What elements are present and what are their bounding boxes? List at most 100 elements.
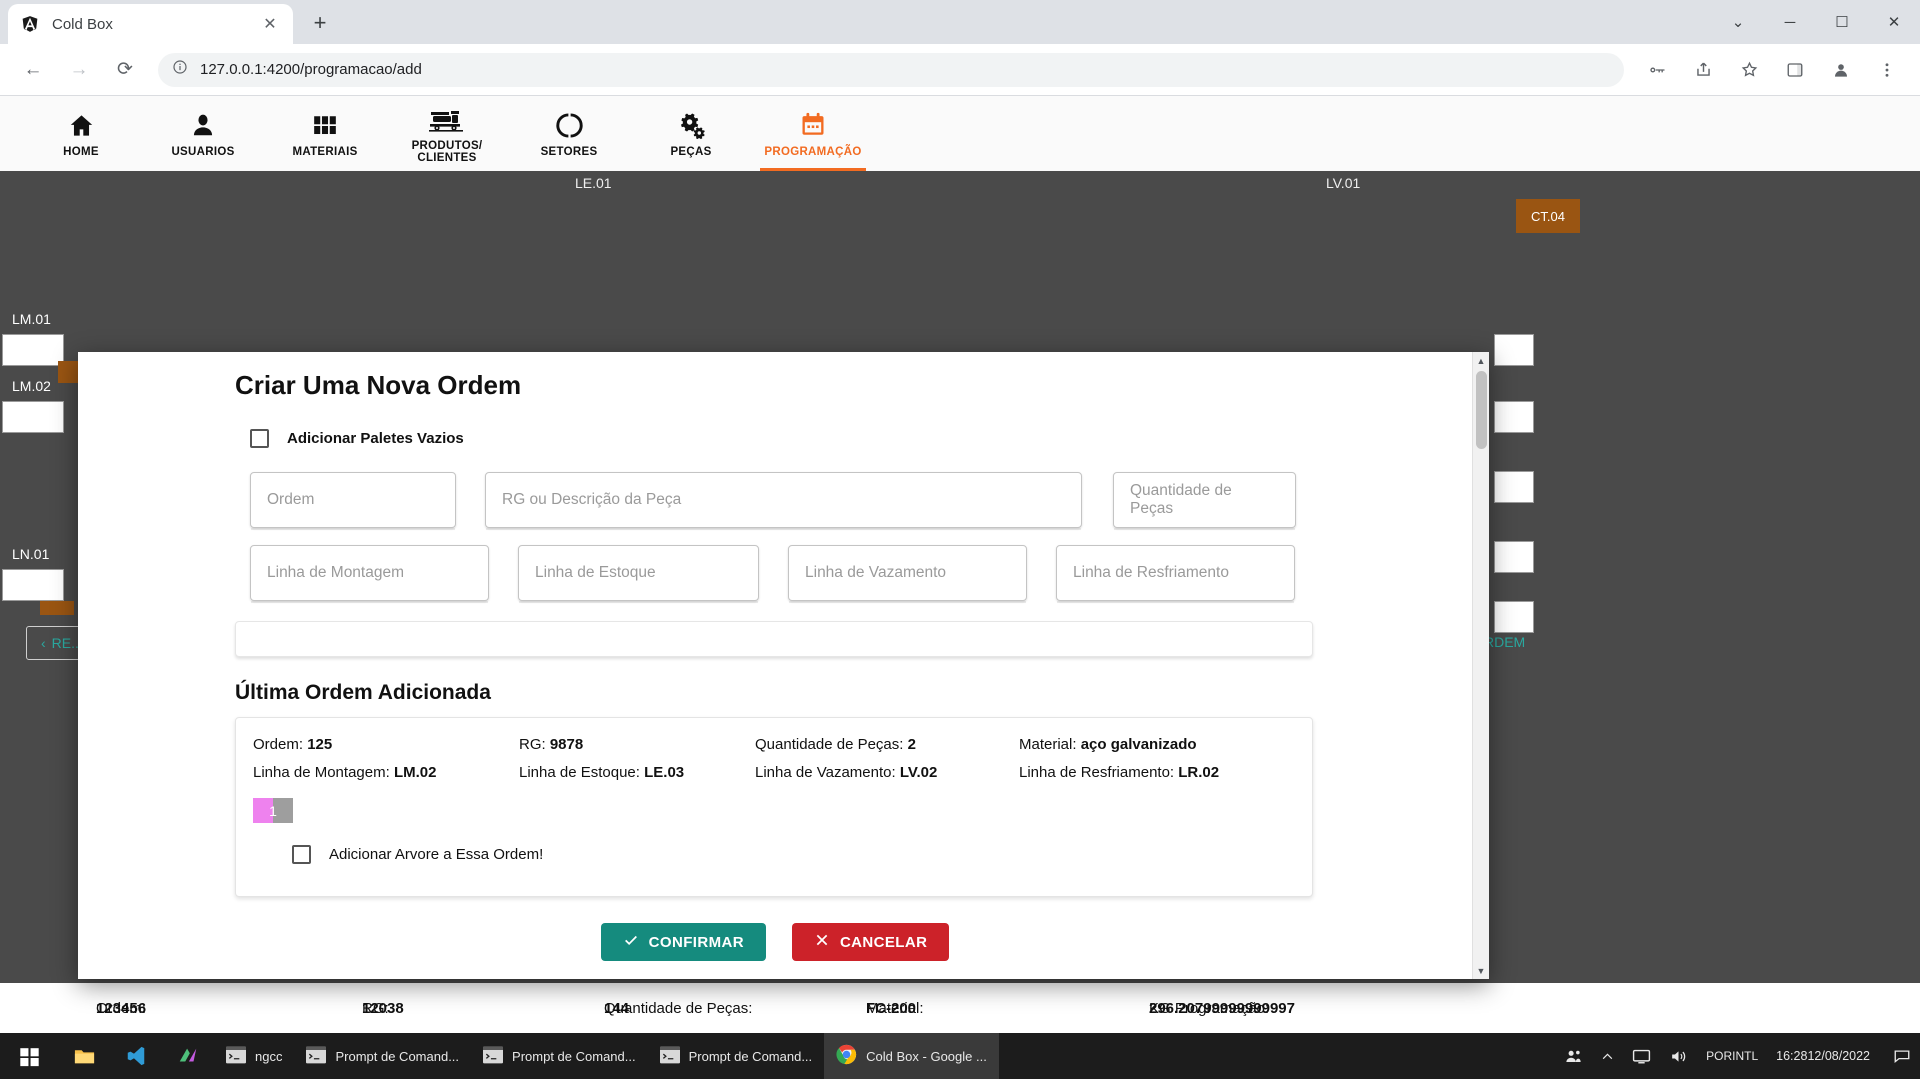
- board-cell[interactable]: [2, 569, 64, 601]
- info-circle-icon[interactable]: [172, 59, 188, 80]
- board-row-label: LM.01: [12, 311, 51, 327]
- folder-icon[interactable]: [58, 1033, 110, 1079]
- vscode-icon[interactable]: [110, 1033, 162, 1079]
- taskbar-label: Prompt de Comand...: [512, 1048, 636, 1064]
- empty-pallets-checkbox-row[interactable]: Adicionar Paletes Vazios: [250, 429, 1472, 448]
- tree-checkbox-row[interactable]: Adicionar Arvore a Essa Ordem!: [292, 845, 1312, 864]
- share-icon[interactable]: [1685, 52, 1721, 88]
- nav-item-pecas[interactable]: PEÇAS: [630, 96, 752, 171]
- summary-rg: RG: 12038: [362, 999, 404, 1017]
- linha-vazamento-input[interactable]: Linha de Vazamento: [788, 545, 1027, 603]
- linha-montagem-input[interactable]: Linha de Montagem: [250, 545, 489, 603]
- button-label: CONFIRMAR: [648, 933, 744, 951]
- windows-icon[interactable]: [0, 1033, 58, 1079]
- back-icon[interactable]: ←: [15, 52, 51, 88]
- maximize-button[interactable]: ☐: [1816, 0, 1868, 44]
- last-order-card: Ordem: 125 Linha de Montagem: LM.02 RG: …: [235, 717, 1313, 897]
- nav-label: SETORES: [540, 146, 598, 158]
- scrollbar-thumb[interactable]: [1476, 371, 1487, 449]
- nav-label: PEÇAS: [670, 146, 712, 158]
- summary-quantidade: Quantidade de Peças: 144: [604, 999, 753, 1017]
- nav-item-home[interactable]: HOME: [20, 96, 142, 171]
- modal-body: Criar Uma Nova Ordem Adicionar Paletes V…: [78, 352, 1472, 979]
- volume-icon[interactable]: [1660, 1033, 1697, 1079]
- last-order-col: Quantidade de Peças: 2 Linha de Vazament…: [755, 736, 1019, 792]
- check-icon: [623, 932, 639, 952]
- taskbar-item-prompt-2[interactable]: Prompt de Comand...: [471, 1033, 648, 1079]
- chevron-down-icon[interactable]: ⌄: [1712, 0, 1764, 44]
- terminal-icon: [659, 1046, 680, 1067]
- nav-label: USUARIOS: [171, 146, 235, 158]
- button-label: CANCELAR: [839, 933, 928, 951]
- app-icon[interactable]: [162, 1033, 214, 1079]
- last-order-col: RG: 9878 Linha de Estoque: LE.03: [519, 736, 755, 792]
- nav-item-produtos-clientes[interactable]: PRODUTOS/ CLIENTES: [386, 96, 508, 171]
- profile-icon[interactable]: [1823, 52, 1859, 88]
- truck-icon: [427, 103, 467, 133]
- grid-icon: [312, 109, 338, 139]
- board-cell[interactable]: [1494, 401, 1534, 433]
- reload-icon[interactable]: ⟳: [107, 52, 143, 88]
- ordem-input[interactable]: Ordem: [250, 472, 456, 530]
- summary-material: Material: FC-200: [866, 999, 924, 1017]
- board-cell[interactable]: [1494, 541, 1534, 573]
- app-navigation: HOME USUARIOS MATERIAIS PRODUTOS/ CLIENT…: [0, 96, 1920, 171]
- taskbar-tray: POR INTL 16:28 12/08/2022: [1555, 1033, 1920, 1079]
- scroll-down-arrow-icon[interactable]: ▼: [1473, 962, 1489, 979]
- board-cell-ct04[interactable]: CT.04: [1516, 199, 1580, 233]
- nav-item-materiais[interactable]: MATERIAIS: [264, 96, 386, 171]
- nav-item-setores[interactable]: SETORES: [508, 96, 630, 171]
- placeholder: Linha de Resfriamento: [1073, 564, 1229, 581]
- quantidade-input[interactable]: Quantidade de Peças: [1113, 472, 1296, 530]
- taskbar-item-ngcc[interactable]: ngcc: [214, 1033, 294, 1079]
- empty-pallets-checkbox[interactable]: [250, 429, 269, 448]
- placeholder: Quantidade de Peças: [1130, 482, 1232, 517]
- board-cell[interactable]: [2, 401, 64, 433]
- star-icon[interactable]: [1731, 52, 1767, 88]
- add-tree-checkbox[interactable]: [292, 845, 311, 864]
- browser-tab[interactable]: Cold Box ✕: [8, 4, 293, 44]
- display-icon[interactable]: [1623, 1033, 1660, 1079]
- address-bar[interactable]: 127.0.0.1:4200/programacao/add: [158, 52, 1624, 87]
- form-row-2: Linha de Montagem Linha de Estoque Linha…: [250, 545, 1472, 603]
- rg-descricao-input[interactable]: RG ou Descrição da Peça: [485, 472, 1082, 530]
- placeholder: Linha de Estoque: [535, 564, 656, 581]
- sidepanel-icon[interactable]: [1777, 52, 1813, 88]
- forward-icon[interactable]: →: [61, 52, 97, 88]
- new-tab-button[interactable]: +: [303, 6, 337, 40]
- modal-scrollbar[interactable]: ▲ ▼: [1472, 352, 1489, 979]
- menu-icon[interactable]: [1869, 52, 1905, 88]
- close-icon[interactable]: ✕: [259, 13, 281, 35]
- linha-resfriamento-input[interactable]: Linha de Resfriamento: [1056, 545, 1295, 603]
- board-cell-marker[interactable]: [58, 361, 80, 383]
- board-row-label: LN.01: [12, 546, 50, 562]
- calendar-icon: [799, 109, 827, 139]
- pallet-count-badge[interactable]: 1: [253, 798, 293, 823]
- taskbar-label: Prompt de Comand...: [335, 1048, 460, 1064]
- home-icon: [68, 109, 95, 139]
- close-window-button[interactable]: ✕: [1868, 0, 1920, 44]
- people-icon[interactable]: [1555, 1033, 1592, 1079]
- cancel-button[interactable]: CANCELAR: [791, 923, 950, 961]
- minimize-button[interactable]: ─: [1764, 0, 1816, 44]
- language-indicator[interactable]: POR INTL: [1697, 1033, 1767, 1079]
- board-cell[interactable]: [1494, 471, 1534, 503]
- chevron-up-icon[interactable]: [1592, 1033, 1623, 1079]
- linha-estoque-input[interactable]: Linha de Estoque: [518, 545, 759, 603]
- notification-icon[interactable]: [1884, 1033, 1920, 1079]
- nav-item-usuarios[interactable]: USUARIOS: [142, 96, 264, 171]
- nav-item-programacao[interactable]: PROGRAMAÇÃO: [752, 96, 874, 171]
- board-cell[interactable]: [2, 334, 64, 366]
- clock[interactable]: 16:28 12/08/2022: [1767, 1033, 1884, 1079]
- key-icon[interactable]: [1639, 52, 1675, 88]
- taskbar-item-chrome[interactable]: Cold Box - Google ...: [824, 1033, 999, 1079]
- board-cell[interactable]: [1494, 334, 1534, 366]
- confirm-button[interactable]: CONFIRMAR: [600, 923, 766, 961]
- board-cell-marker[interactable]: [40, 601, 74, 615]
- taskbar-item-prompt-3[interactable]: Prompt de Comand...: [648, 1033, 825, 1079]
- field-rg: RG: 9878: [519, 736, 584, 753]
- modal-title: Criar Uma Nova Ordem: [235, 370, 522, 400]
- scroll-up-arrow-icon[interactable]: ▲: [1473, 352, 1489, 369]
- create-order-modal: Criar Uma Nova Ordem Adicionar Paletes V…: [78, 352, 1489, 979]
- taskbar-item-prompt-1[interactable]: Prompt de Comand...: [294, 1033, 471, 1079]
